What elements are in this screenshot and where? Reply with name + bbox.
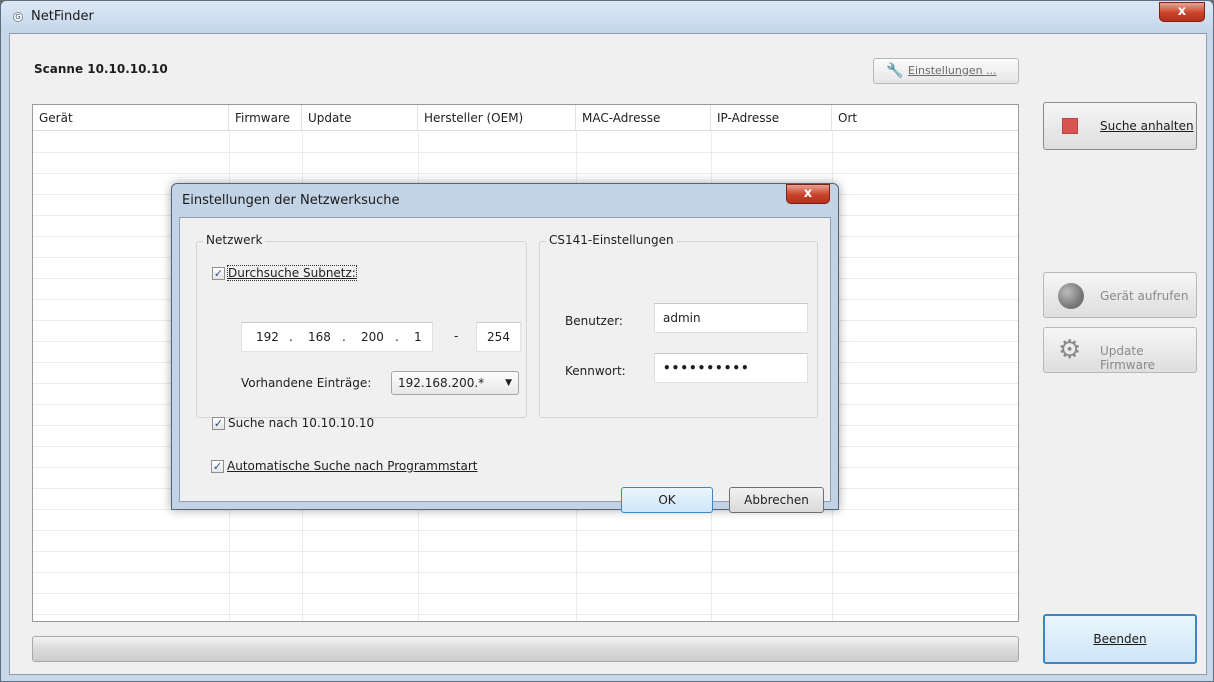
ok-button[interactable]: OK — [621, 487, 713, 513]
stop-search-label: Suche anhalten — [1100, 119, 1194, 133]
ip-dot: . — [342, 330, 346, 344]
dialog-close-button[interactable]: x — [786, 184, 830, 204]
table-row-line — [33, 614, 1018, 615]
checkbox-check-icon: ✓ — [212, 416, 225, 430]
dialog-title: Einstellungen der Netzwerksuche — [182, 193, 400, 208]
existing-entries-label: Vorhandene Einträge: — [241, 376, 372, 390]
ip-octet-2: 168 — [308, 330, 331, 344]
cs141-group-title: CS141-Einstellungen — [546, 233, 677, 247]
table-row-line — [33, 173, 1018, 174]
settings-button-label: Einstellungen ... — [908, 64, 997, 77]
scan-status-label: Scanne 10.10.10.10 — [34, 62, 168, 76]
network-search-settings-dialog: Einstellungen der Netzwerksuche x Netzwe… — [171, 183, 839, 513]
column-header-location[interactable]: Ort — [832, 105, 1018, 131]
gear-icon: ⚙ — [1058, 335, 1082, 365]
window-close-button[interactable]: x — [1159, 2, 1205, 22]
table-header: Gerät Firmware Update Hersteller (OEM) M… — [33, 105, 1018, 131]
open-device-button[interactable]: Gerät aufrufen — [1043, 272, 1197, 318]
table-row-line — [33, 572, 1018, 573]
window-title: NetFinder — [31, 9, 94, 24]
scan-subnet-label: Durchsuche Subnetz: — [227, 265, 357, 281]
table-row-line — [33, 152, 1018, 153]
quit-button-label: Beenden — [1093, 632, 1147, 646]
password-label: Kennwort: — [565, 364, 626, 378]
ip-octet-4: 1 — [414, 330, 422, 344]
ip-octet-3: 200 — [361, 330, 384, 344]
existing-entries-value: 192.168.200.* — [398, 376, 485, 390]
search-specific-label: Suche nach 10.10.10.10 — [228, 416, 375, 430]
app-icon: G — [13, 12, 23, 22]
ip-octet-1: 192 — [256, 330, 279, 344]
cancel-button[interactable]: Abbrechen — [729, 487, 824, 513]
chevron-down-icon: ▼ — [505, 378, 512, 388]
wrench-icon: 🔧 — [886, 63, 904, 79]
search-specific-checkbox[interactable]: ✓ Suche nach 10.10.10.10 — [212, 416, 374, 430]
existing-entries-select[interactable]: 192.168.200.* ▼ — [391, 371, 519, 395]
column-header-mac[interactable]: MAC-Adresse — [576, 105, 711, 131]
checkbox-check-icon: ✓ — [211, 459, 224, 473]
password-input[interactable]: •••••••••• — [654, 353, 808, 383]
scan-subnet-checkbox[interactable]: ✓ Durchsuche Subnetz: — [212, 265, 357, 281]
column-header-device[interactable]: Gerät — [33, 105, 229, 131]
open-device-label: Gerät aufrufen — [1100, 289, 1189, 303]
user-label: Benutzer: — [565, 314, 623, 328]
ip-dot: . — [395, 330, 399, 344]
quit-button[interactable]: Beenden — [1043, 614, 1197, 664]
table-row-line — [33, 551, 1018, 552]
subnet-range-end-input[interactable]: 254 — [476, 322, 521, 352]
range-dash: - — [454, 329, 459, 343]
globe-icon — [1058, 283, 1084, 309]
dialog-body: Netzwerk ✓ Durchsuche Subnetz: 192 . 168… — [179, 217, 831, 513]
settings-button[interactable]: 🔧 Einstellungen ... — [873, 58, 1019, 84]
column-header-firmware[interactable]: Firmware — [229, 105, 302, 131]
autostart-label: Automatische Suche nach Programmstart — [227, 459, 478, 473]
column-header-manufacturer[interactable]: Hersteller (OEM) — [418, 105, 576, 131]
scan-progress-bar — [32, 636, 1019, 662]
title-bar[interactable]: G NetFinder x — [1, 1, 1213, 33]
stop-search-button[interactable]: Suche anhalten — [1043, 102, 1197, 150]
column-header-update[interactable]: Update — [302, 105, 418, 131]
autostart-checkbox[interactable]: ✓ Automatische Suche nach Programmstart — [211, 459, 477, 473]
column-header-ip[interactable]: IP-Adresse — [711, 105, 832, 131]
table-row-line — [33, 593, 1018, 594]
stop-icon — [1062, 118, 1078, 134]
network-group: Netzwerk ✓ Durchsuche Subnetz: 192 . 168… — [196, 233, 527, 430]
user-input[interactable]: admin — [654, 303, 808, 333]
ip-dot: . — [289, 330, 293, 344]
update-firmware-button[interactable]: ⚙ Update Firmware — [1043, 327, 1197, 373]
table-row-line — [33, 530, 1018, 531]
subnet-ip-input[interactable]: 192 . 168 . 200 . 1 — [241, 322, 433, 352]
network-group-title: Netzwerk — [203, 233, 266, 247]
checkbox-check-icon: ✓ — [212, 266, 225, 280]
update-firmware-label: Update Firmware — [1100, 344, 1155, 372]
